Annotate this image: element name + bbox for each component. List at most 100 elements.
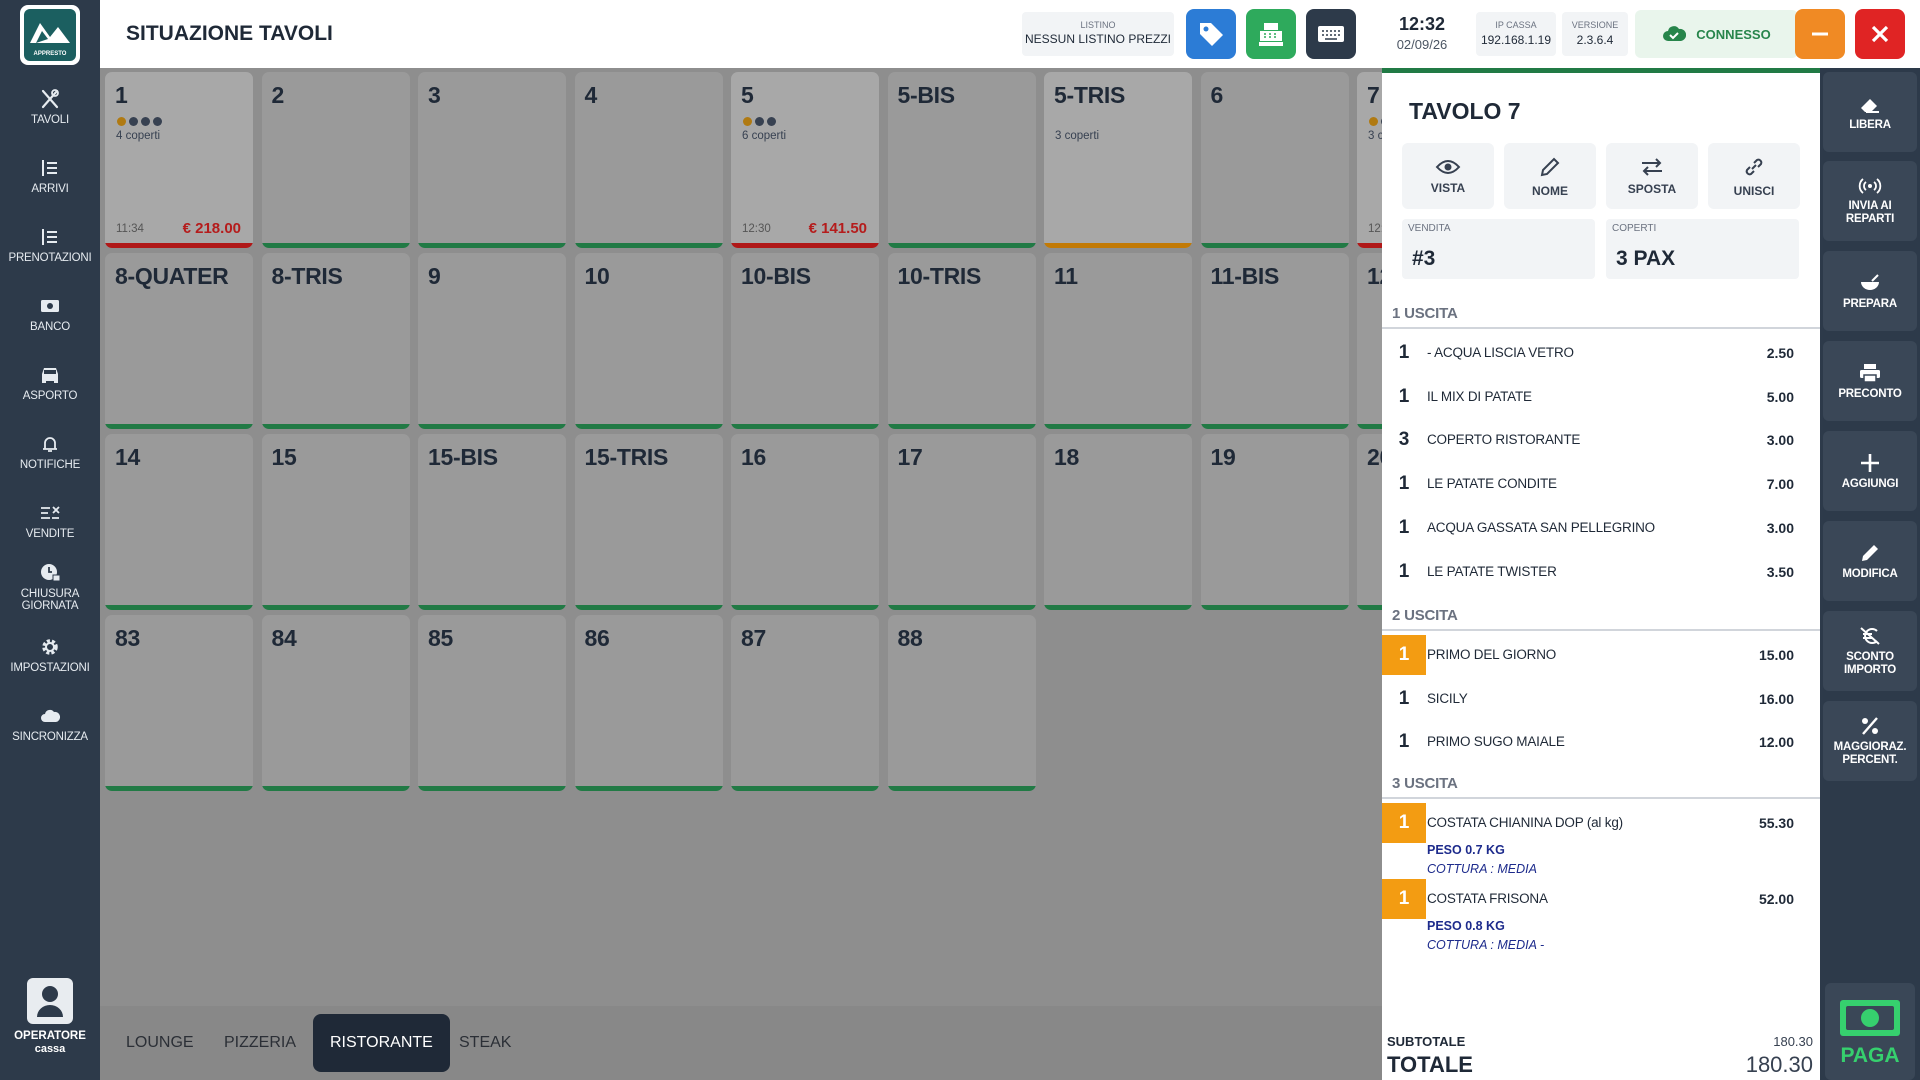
order-line[interactable]: 1 LE PATATE TWISTER 3.50 [1382, 552, 1820, 592]
vendita-label: VENDITA [1408, 223, 1451, 234]
table-card[interactable]: 20 [1357, 434, 1382, 610]
aggiungi-button[interactable]: AGGIUNGI [1823, 431, 1917, 511]
order-line[interactable]: 1 IL MIX DI PATATE 5.00 [1382, 377, 1820, 417]
list-icon [37, 155, 63, 181]
close-button[interactable] [1855, 9, 1905, 59]
table-card[interactable]: 15 [261, 434, 410, 610]
sidebar-item-label: Notifiche [19, 459, 81, 471]
preconto-button[interactable]: PRECONTO [1823, 341, 1917, 421]
tab-ristorante[interactable]: RISTORANTE [313, 1014, 450, 1072]
sidebar-item-arrivi[interactable]: Arrivi [0, 155, 100, 217]
table-card[interactable]: 10-TRIS [887, 253, 1036, 429]
current-time: 12:32 [1398, 14, 1446, 34]
tab-pizzeria[interactable]: PIZZERIA [207, 1014, 313, 1072]
sposta-button[interactable]: SPOSTA [1606, 143, 1698, 209]
table-card[interactable]: 11 [1044, 253, 1192, 429]
sidebar-item-impostazioni[interactable]: Impostazioni [0, 634, 100, 696]
sidebar-item-asporto[interactable]: Asporto [0, 362, 100, 424]
prepara-button[interactable]: PREPARA [1823, 251, 1917, 331]
sidebar-item-banco[interactable]: Banco [0, 293, 100, 355]
order-line[interactable]: 1 SICILY 16.00 [1382, 679, 1820, 719]
nome-button[interactable]: NOME [1504, 143, 1596, 209]
connection-status[interactable]: CONNESSO [1635, 10, 1798, 58]
minimize-button[interactable] [1795, 9, 1845, 59]
order-line[interactable]: 1 PRIMO SUGO MAIALE 12.00 [1382, 722, 1820, 762]
table-card[interactable]: 12 [1357, 253, 1382, 429]
vista-button[interactable]: VISTA [1402, 143, 1494, 209]
line-description: COSTATA CHIANINA DOP (al kg) [1427, 815, 1623, 830]
order-line[interactable]: 1 COSTATA CHIANINA DOP (al kg) 55.30 [1382, 803, 1820, 843]
table-card[interactable]: 15-BIS [418, 434, 566, 610]
table-card[interactable]: 83 [105, 615, 253, 791]
cloud-check-icon [1663, 26, 1687, 41]
table-status-bar [418, 424, 566, 429]
sconto-importo-button[interactable]: SCONTO IMPORTO [1823, 611, 1917, 691]
table-card[interactable]: 85 [418, 615, 566, 791]
line-price: 3.00 [1766, 519, 1794, 536]
table-card[interactable]: 14 [105, 434, 253, 610]
sidebar-item-tavoli[interactable]: Tavoli [0, 86, 100, 148]
table-card[interactable]: 18 [1044, 434, 1192, 610]
table-card[interactable]: 1 4 coperti 11:34 € 218.00 [105, 72, 253, 248]
table-card[interactable]: 11-BIS [1200, 253, 1349, 429]
cash-register-button[interactable] [1246, 9, 1296, 59]
libera-button[interactable]: LIBERA [1823, 72, 1917, 152]
table-status-bar [261, 243, 410, 248]
table-card[interactable]: 86 [574, 615, 723, 791]
sidebar-item-prenotazioni[interactable]: Prenotazioni [0, 224, 100, 286]
order-line[interactable]: 1 LE PATATE CONDITE 7.00 [1382, 464, 1820, 504]
percent-icon [1862, 717, 1878, 735]
table-card[interactable]: 5-TRIS 3 coperti [1044, 72, 1192, 248]
modifica-button[interactable]: MODIFICA [1823, 521, 1917, 601]
table-number: 85 [428, 625, 453, 651]
operator-button[interactable]: OPERATORE cassa [0, 978, 100, 1058]
table-card[interactable]: 8-QUATER [105, 253, 253, 429]
keyboard-button[interactable] [1306, 9, 1356, 59]
order-line[interactable]: 1 ACQUA GASSATA SAN PELLEGRINO 3.00 [1382, 508, 1820, 548]
table-card[interactable]: 19 [1200, 434, 1349, 610]
table-card[interactable]: 4 [574, 72, 723, 248]
table-card[interactable]: 6 [1200, 72, 1349, 248]
price-tag-button[interactable] [1186, 9, 1236, 59]
table-card[interactable]: 9 [418, 253, 566, 429]
tab-steak[interactable]: STEAK [442, 1014, 528, 1072]
maggiorazione-button[interactable]: MAGGIORAZ. PERCENT. [1823, 701, 1917, 781]
table-number: 17 [897, 444, 923, 470]
table-card[interactable]: 8-TRIS [261, 253, 410, 429]
pay-button[interactable]: PAGA [1825, 983, 1915, 1080]
table-card[interactable]: 84 [261, 615, 410, 791]
sidebar-item-chiusura-giornata[interactable]: Chiusura Giornata [0, 560, 100, 622]
order-line[interactable]: 3 COPERTO RISTORANTE 3.00 [1382, 420, 1820, 460]
table-card[interactable]: 5 6 coperti 12:30 € 141.50 [731, 72, 879, 248]
table-card[interactable]: 7 3 coperti 12:30 [1357, 72, 1382, 248]
line-qty: 1 [1398, 687, 1410, 709]
line-description: LE PATATE TWISTER [1427, 563, 1557, 579]
version-info: VERSIONE 2.3.6.4 [1562, 12, 1628, 56]
table-card[interactable]: 16 [731, 434, 879, 610]
sidebar-item-vendite[interactable]: Vendite [0, 500, 100, 562]
table-card[interactable]: 87 [731, 615, 879, 791]
listino-selector[interactable]: LISTINO NESSUN LISTINO PREZZI [1022, 12, 1174, 56]
order-line[interactable]: 1 COSTATA FRISONA 52.00 [1382, 879, 1820, 919]
table-card[interactable]: 10-BIS [731, 253, 879, 429]
order-line[interactable]: 1 PRIMO DEL GIORNO 15.00 [1382, 635, 1820, 675]
table-card[interactable]: 3 [418, 72, 566, 248]
sconto-importo-label: SCONTO IMPORTO [1843, 651, 1897, 676]
table-card[interactable]: 17 [887, 434, 1036, 610]
unisci-button[interactable]: UNISCI [1708, 143, 1800, 209]
app-logo[interactable]: APPRESTO [20, 5, 80, 65]
tab-lounge[interactable]: LOUNGE [109, 1014, 211, 1072]
table-number: 20 [1367, 444, 1382, 470]
invia-reparti-button[interactable]: INVIA AI REPARTI [1823, 161, 1917, 241]
sidebar-item-notifiche[interactable]: Notifiche [0, 431, 100, 493]
sidebar-item-sincronizza[interactable]: Sincronizza [0, 703, 100, 765]
line-qty: 1 [1382, 879, 1426, 919]
table-card[interactable]: 15-TRIS [574, 434, 723, 610]
order-line[interactable]: 1 - ACQUA LISCIA VETRO 2.50 [1382, 333, 1820, 373]
table-card[interactable]: 2 [261, 72, 410, 248]
table-card[interactable]: 10 [574, 253, 723, 429]
total-label: TOTALE [1387, 1052, 1473, 1077]
coperti-box: COPERTI 3 PAX [1606, 219, 1799, 279]
table-card[interactable]: 88 [887, 615, 1036, 791]
table-card[interactable]: 5-BIS [887, 72, 1036, 248]
